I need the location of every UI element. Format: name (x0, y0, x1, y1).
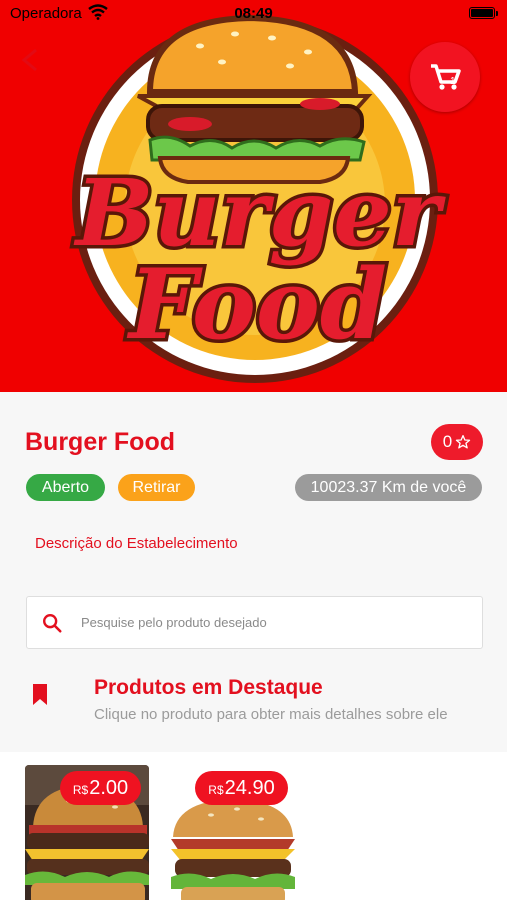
featured-products-subtitle: Clique no produto para obter mais detalh… (94, 706, 448, 723)
logo-line2-text: Food (126, 248, 387, 361)
store-info-panel: Burger Food 0 Aberto Retirar 10023.37 Km… (0, 392, 507, 752)
status-open-badge: Aberto (26, 474, 105, 501)
bookmark-icon (33, 684, 47, 705)
featured-products-title: Produtos em Destaque (94, 676, 323, 699)
shopping-cart-icon (431, 64, 461, 90)
price-value: 2.00 (89, 777, 129, 799)
distance-badge: 10023.37 Km de você (295, 474, 482, 501)
store-name: Burger Food (25, 428, 175, 456)
product-price-badge: R$ 24.90 (195, 771, 288, 805)
arrow-left-icon (21, 48, 37, 72)
battery-icon (469, 7, 498, 19)
store-description-link[interactable]: Descrição do Estabelecimento (35, 535, 238, 552)
store-banner: Burger Food 1 (0, 0, 507, 392)
cart-count-badge: 1 (450, 76, 456, 87)
cart-button[interactable]: 1 (410, 42, 480, 112)
search-icon (43, 614, 62, 633)
star-icon (456, 435, 471, 449)
rating-value: 0 (442, 432, 453, 451)
price-value: 24.90 (224, 777, 275, 799)
search-bar[interactable] (26, 596, 483, 649)
product-price-badge: R$ 2.00 (60, 771, 141, 805)
search-input[interactable] (81, 597, 471, 648)
status-bar: Operadora 08:49 (0, 0, 507, 26)
pickup-badge: Retirar (118, 474, 195, 501)
back-button[interactable] (14, 44, 46, 76)
rating-badge[interactable]: 0 (431, 424, 483, 460)
price-currency: R$ (208, 783, 224, 797)
clock-time: 08:49 (234, 5, 273, 22)
price-currency: R$ (72, 783, 89, 797)
